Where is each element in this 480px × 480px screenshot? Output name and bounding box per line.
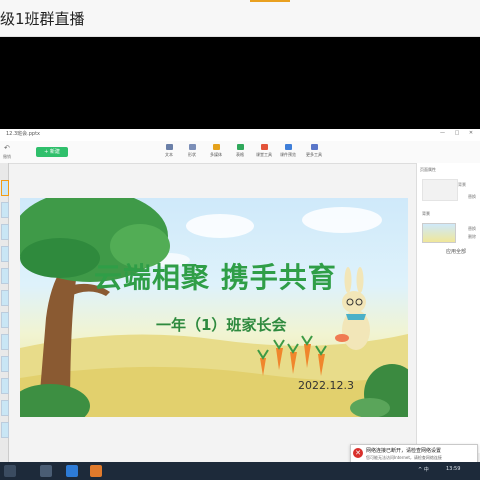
notification-body: 您可能无法访问Internet，请检查网络连接 <box>366 455 442 460</box>
panel-replace-link[interactable]: 替换 <box>468 226 476 232</box>
start-icon[interactable] <box>4 465 16 477</box>
taskbar-app-icon[interactable] <box>66 465 78 477</box>
slide-subtitle: 一年（1）班家长会 <box>156 316 287 334</box>
undo-icon[interactable]: ↶ <box>4 144 10 152</box>
text-icon <box>165 144 173 150</box>
slide-thumbnail[interactable] <box>1 202 9 218</box>
tool-more[interactable]: 更多工具 <box>302 144 326 158</box>
preview-icon <box>284 144 292 150</box>
background-preview[interactable] <box>422 179 458 201</box>
slide-date: 2022.12.3 <box>298 379 354 392</box>
tool-label: 课堂工具 <box>256 152 272 157</box>
panel-replace-link[interactable]: 替换 <box>468 194 476 200</box>
tool-label: 课件预览 <box>280 152 296 157</box>
rabbit-character <box>335 267 370 350</box>
title-bar-accent <box>250 0 290 2</box>
taskbar-app-icon[interactable] <box>90 465 102 477</box>
slide-title: 云端相聚 携手共育 <box>94 261 337 294</box>
properties-panel <box>416 163 480 453</box>
video-area <box>0 37 480 129</box>
slide-thumbnail[interactable] <box>1 312 9 328</box>
tool-label: 文本 <box>165 152 173 157</box>
panel-label: 背景 <box>458 182 466 187</box>
tool-table[interactable]: 表格 <box>228 144 252 158</box>
undo-label: 撤销 <box>3 154 11 159</box>
tool-text[interactable]: 文本 <box>157 144 181 158</box>
new-button[interactable]: + 新建 <box>36 147 68 157</box>
notification-title: 网络连接已断开，请检查网络设置 <box>366 448 442 454</box>
more-tools-icon <box>310 144 318 150</box>
slide-canvas[interactable]: 云端相聚 携手共育 一年（1）班家长会 2022.12.3 <box>20 198 408 417</box>
slide-thumbnail[interactable] <box>1 290 9 306</box>
tree-canopy <box>20 238 100 278</box>
tool-preview[interactable]: 课件预览 <box>276 144 300 158</box>
slide-thumbnail[interactable] <box>1 180 9 196</box>
tool-label: 表格 <box>236 152 244 157</box>
panel-delete-link[interactable]: 删除 <box>468 234 476 240</box>
window-controls[interactable]: — □ ✕ <box>440 130 477 136</box>
slide-thumbnail[interactable] <box>1 334 9 350</box>
slide-thumbnail[interactable] <box>1 224 9 240</box>
taskbar-app-icon[interactable] <box>40 465 52 477</box>
class-tools-icon <box>260 144 268 150</box>
clock: 13:59 <box>446 466 461 472</box>
slide-thumbnail[interactable] <box>1 356 9 372</box>
slide-thumbnail[interactable] <box>1 378 9 394</box>
error-icon: ✕ <box>353 448 363 458</box>
background-thumbnail[interactable] <box>422 223 456 243</box>
tool-label: 多媒体 <box>210 152 222 157</box>
tool-label: 形状 <box>188 152 196 157</box>
apply-all-button[interactable]: 应用全部 <box>446 248 466 255</box>
slide-thumbnail[interactable] <box>1 400 9 416</box>
tool-label: 更多工具 <box>306 152 322 157</box>
cloud-shape <box>186 214 254 238</box>
slide-thumbnail[interactable] <box>1 422 9 438</box>
table-icon <box>236 144 244 150</box>
slide-thumbnail[interactable] <box>1 268 9 284</box>
media-icon <box>212 144 220 150</box>
app-title: 12.3班会.pptx <box>6 131 40 137</box>
system-tray[interactable]: ^ 中 <box>418 466 429 473</box>
live-title: 级1班群直播 <box>0 10 85 28</box>
panel-section-label: 背景 <box>422 211 430 216</box>
tool-class-tools[interactable]: 课堂工具 <box>252 144 276 158</box>
slide-thumbnail[interactable] <box>1 246 9 262</box>
cloud-shape <box>302 207 382 233</box>
tool-shape[interactable]: 形状 <box>180 144 204 158</box>
tool-media[interactable]: 多媒体 <box>204 144 228 158</box>
panel-title: 页面属性 <box>420 167 436 172</box>
shape-icon <box>188 144 196 150</box>
